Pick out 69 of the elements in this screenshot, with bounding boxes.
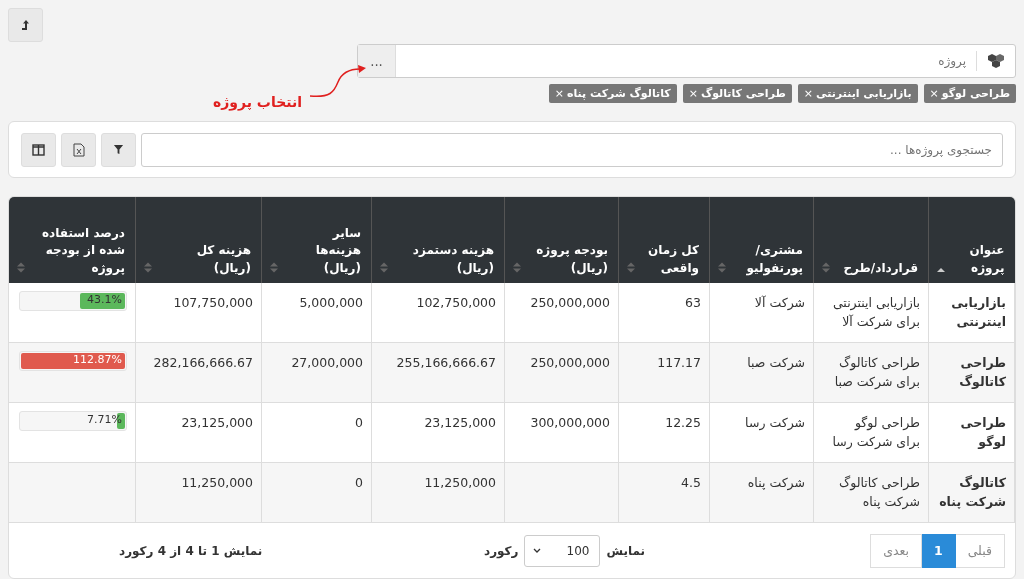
column-header[interactable]: کل زمان واقعی <box>618 197 710 283</box>
column-header[interactable]: بودجه پروژه (ریال) <box>504 197 619 283</box>
table-cell: شرکت پناه <box>747 475 805 490</box>
excel-export-button[interactable] <box>61 132 96 167</box>
column-header[interactable]: هزینه دستمزد (ریال) <box>371 197 505 283</box>
table-cell: کاتالوگ شرکت پناه <box>939 475 1006 510</box>
project-tag: کاتالوگ شرکت پناه × <box>548 84 677 103</box>
table-cell: بازاریابی اینترنتی برای شرکت آلا <box>832 295 920 330</box>
table-cell: 5,000,000 <box>299 295 363 310</box>
browse-button[interactable]: ... <box>358 45 396 77</box>
table-cell: 11,250,000 <box>181 475 253 490</box>
column-header[interactable]: عنوان پروژه <box>928 197 1015 283</box>
table-cell: طراحی کاتالوگ برای شرکت صبا <box>834 355 920 390</box>
upload-icon <box>19 19 32 31</box>
column-header[interactable]: سایر هزینه‌ها (ریال) <box>261 197 372 283</box>
filter-button[interactable] <box>101 132 136 167</box>
remove-tag-button[interactable]: × <box>803 87 814 100</box>
upload-button[interactable] <box>8 8 43 42</box>
project-field[interactable]: پروژه ... <box>357 44 1016 78</box>
table-cell: 12.25 <box>665 415 701 430</box>
table-cell: شرکت صبا <box>747 355 805 370</box>
table-cell: 27,000,000 <box>291 355 363 370</box>
spreadsheet-file-icon <box>72 142 85 157</box>
column-header[interactable]: هزینه کل (ریال) <box>135 197 262 283</box>
column-header[interactable]: قرارداد/طرح <box>813 197 929 283</box>
table-cell: شرکت آلا <box>754 295 805 310</box>
remove-tag-button[interactable]: × <box>554 87 564 100</box>
cubes-icon <box>986 53 1006 69</box>
table-cell: شرکت رسا <box>745 415 805 430</box>
table-cell: 250,000,000 <box>530 295 610 310</box>
column-header[interactable]: مشتری/ پورتفولیو <box>709 197 814 283</box>
table-cell: 4.5 <box>681 475 701 490</box>
table-cell: 282,166,666.67 <box>153 355 253 370</box>
percent-reading: 112.87% <box>73 353 122 366</box>
table-cell: 107,750,000 <box>173 295 253 310</box>
table-cell: 0 <box>355 475 363 490</box>
filter-icon <box>113 144 124 155</box>
annotation-text: انتخاب پروژه <box>213 94 303 110</box>
table-cell: 255,166,666.67 <box>396 355 496 370</box>
search-field[interactable]: جستجوی پروژه‌ها ... <box>141 132 1003 167</box>
page-size-select[interactable]: 100 <box>524 534 601 567</box>
table-cell: 63 <box>685 295 701 310</box>
page-size-unit: رکورد <box>484 543 519 558</box>
table-cell: 11,250,000 <box>424 475 496 490</box>
table-cell: 250,000,000 <box>530 355 610 370</box>
columns-icon <box>32 143 45 156</box>
percent-reading: 43.1% <box>87 293 122 306</box>
project-tag: طراحی کاتالوگ × <box>682 84 792 103</box>
page-size-label: نمایش <box>606 543 645 558</box>
table-cell: 102,750,000 <box>416 295 496 310</box>
records-info: نمایش 1 تا 4 از 4 رکورد <box>119 543 263 558</box>
table-cell: 300,000,000 <box>530 415 610 430</box>
table-cell: بازاریابی اینترنتی <box>951 295 1006 330</box>
table-cell: طراحی کاتالوگ <box>959 355 1006 390</box>
page-button[interactable]: 1 <box>921 533 956 568</box>
table-cell: 23,125,000 <box>181 415 253 430</box>
project-tag: بازاریابی اینترنتی × <box>797 84 918 103</box>
remove-tag-button[interactable]: × <box>688 87 698 100</box>
columns-button[interactable] <box>21 132 56 167</box>
project-tag: طراحی لوگو × <box>923 84 1016 103</box>
table-cell: 0 <box>355 415 363 430</box>
table-cell: طراحی کاتالوگ شرکت پناه <box>839 475 920 510</box>
remove-tag-button[interactable]: × <box>929 87 939 100</box>
chevron-down-icon <box>533 547 542 554</box>
column-header[interactable]: درصد استفاده شده از بودجه پروژه <box>9 197 136 283</box>
table-cell: طراحی لوگو <box>960 415 1006 450</box>
table-cell: 23,125,000 <box>424 415 496 430</box>
table-cell: طراحی لوگو برای شرکت رسا <box>832 415 920 450</box>
table-cell: 117.17 <box>657 355 701 370</box>
